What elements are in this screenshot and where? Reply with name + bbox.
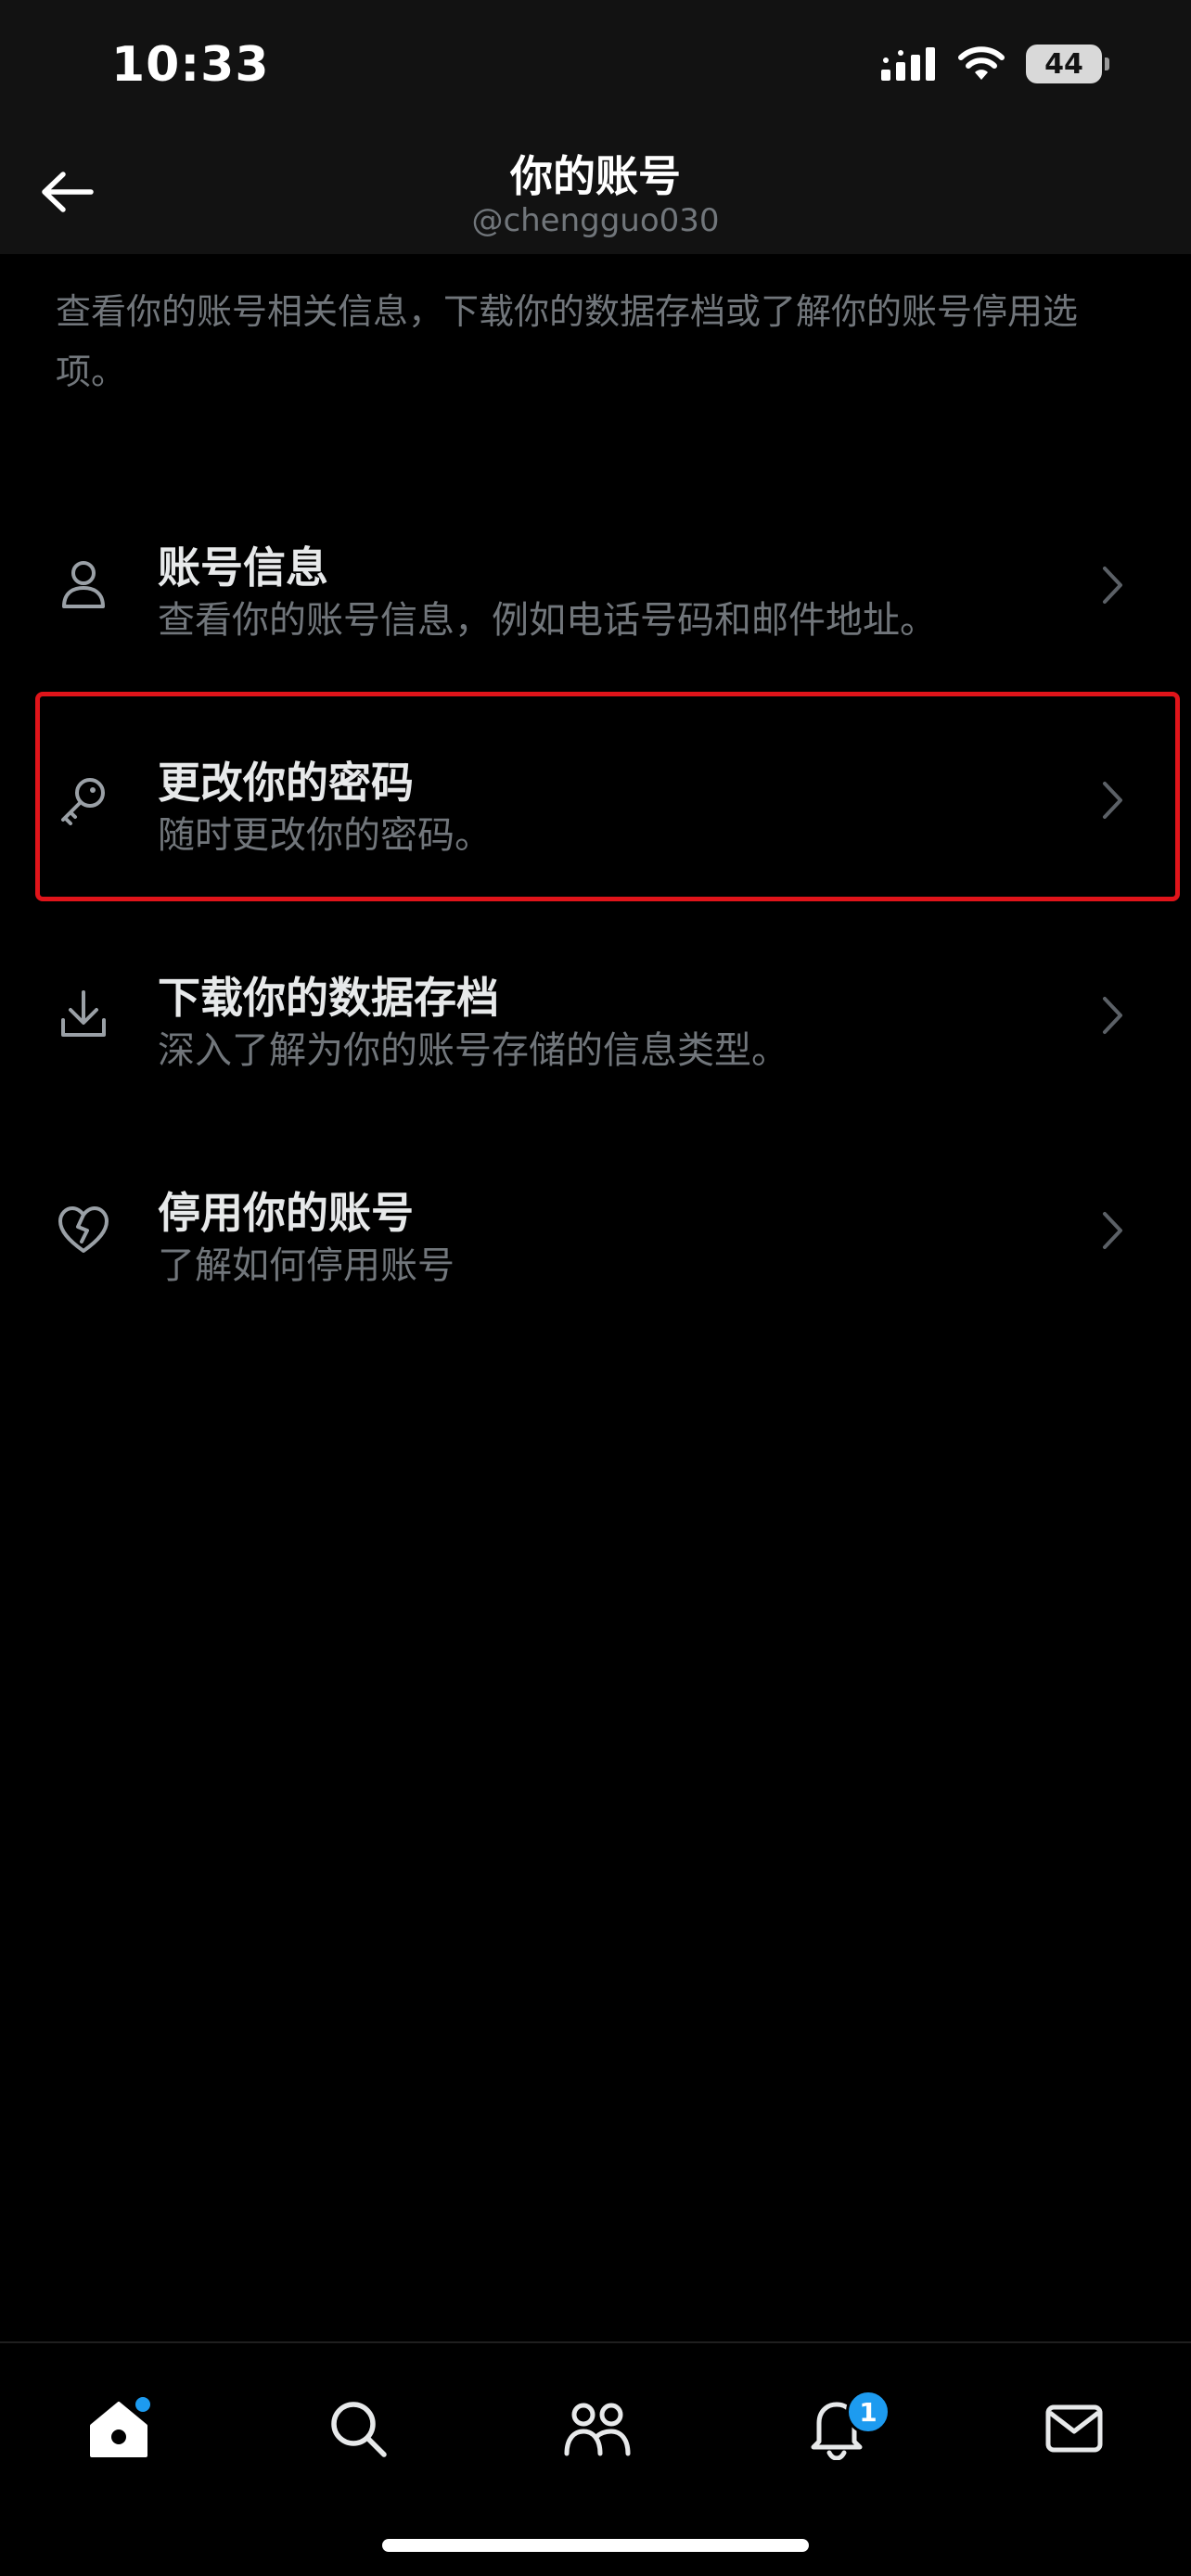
- home-indicator: [382, 2539, 809, 2552]
- menu-item-change-password[interactable]: 更改你的密码 随时更改你的密码。: [0, 708, 1191, 894]
- notification-badge: 1: [846, 2390, 890, 2434]
- menu-item-download-archive[interactable]: 下载你的数据存档 深入了解为你的账号存储的信息类型。: [0, 924, 1191, 1109]
- status-bar: 10:33 44: [0, 0, 1191, 139]
- battery-icon: 44: [1026, 45, 1109, 83]
- tab-search[interactable]: [312, 2382, 404, 2475]
- tab-home[interactable]: [72, 2382, 165, 2475]
- status-time: 10:33: [111, 37, 270, 93]
- mail-icon: [1045, 2404, 1103, 2453]
- chevron-right-icon: [1096, 777, 1130, 823]
- menu-item-account-info[interactable]: 账号信息 查看你的账号信息，例如电话号码和邮件地址。: [0, 493, 1191, 679]
- key-icon: [54, 770, 113, 829]
- account-handle: @chengguo030: [471, 202, 720, 239]
- cellular-signal-icon: [881, 47, 935, 81]
- chevron-right-icon: [1096, 562, 1130, 608]
- broken-heart-icon: [54, 1200, 113, 1259]
- menu-item-title: 更改你的密码: [158, 758, 414, 808]
- wifi-icon: [958, 46, 1005, 80]
- person-icon: [54, 555, 113, 614]
- chevron-right-icon: [1096, 1207, 1130, 1254]
- menu-item-description: 深入了解为你的账号存储的信息类型。: [158, 1029, 788, 1072]
- page-title: 你的账号: [510, 151, 681, 201]
- menu-item-description: 随时更改你的密码。: [158, 814, 492, 857]
- menu-item-title: 停用你的账号: [158, 1188, 414, 1238]
- tab-messages[interactable]: [1028, 2382, 1121, 2475]
- chevron-right-icon: [1096, 992, 1130, 1039]
- menu-item-title: 账号信息: [158, 542, 328, 593]
- search-icon: [331, 2402, 387, 2457]
- menu-item-title: 下载你的数据存档: [158, 973, 499, 1023]
- battery-level: 44: [1044, 47, 1083, 81]
- home-notification-dot: [135, 2397, 150, 2412]
- menu-item-deactivate-account[interactable]: 停用你的账号 了解如何停用账号: [0, 1139, 1191, 1324]
- tab-communities[interactable]: [551, 2382, 644, 2475]
- download-icon: [54, 985, 113, 1044]
- page-header: 你的账号 @chengguo030: [0, 139, 1191, 254]
- page-description: 查看你的账号相关信息，下载你的数据存档或了解你的账号停用选项。: [56, 291, 1079, 392]
- tab-notifications[interactable]: 1: [790, 2382, 890, 2475]
- status-icons: 44: [881, 45, 1109, 83]
- menu-item-description: 查看你的账号信息，例如电话号码和邮件地址。: [158, 599, 937, 642]
- people-icon: [564, 2403, 631, 2456]
- menu-item-description: 了解如何停用账号: [158, 1244, 455, 1287]
